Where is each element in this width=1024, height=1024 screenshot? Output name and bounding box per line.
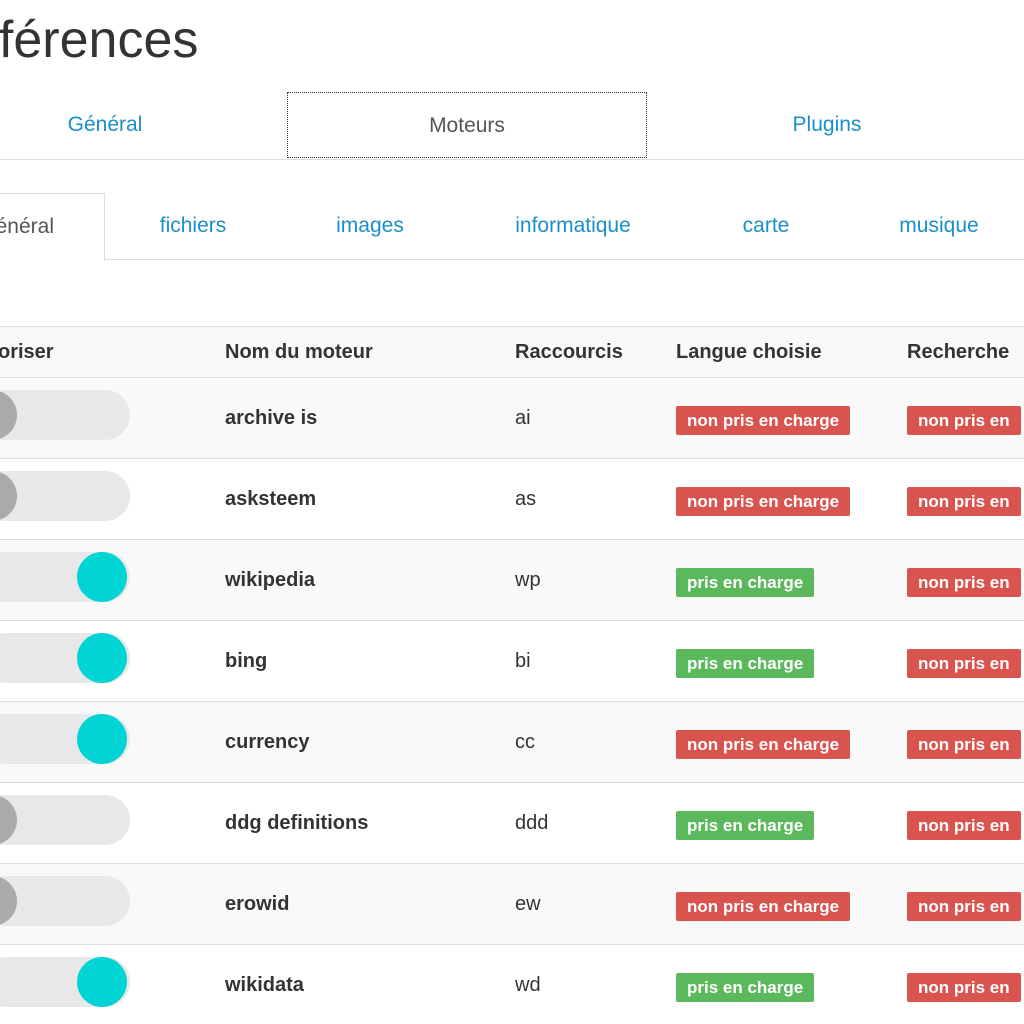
engine-name: bing	[225, 650, 268, 672]
header-engine-name: Nom du moteur	[225, 341, 373, 363]
tab-engines[interactable]: Moteurs	[287, 92, 647, 158]
table-row: asksteem as non pris en charge non pris en	[0, 459, 1024, 540]
main-tabs: Général Moteurs Plugins	[0, 92, 1024, 160]
engine-shortcut: wd	[515, 974, 541, 996]
toggle-knob	[77, 633, 127, 683]
engine-name: wikipedia	[225, 569, 316, 591]
header-shortcut: Raccourcis	[515, 341, 623, 363]
search-support-badge: non pris en	[907, 568, 1021, 597]
engines-table: oriser Nom du moteur Raccourcis Langue c…	[0, 326, 1024, 1024]
language-support-badge: pris en charge	[676, 973, 815, 1002]
engine-name: currency	[225, 731, 310, 753]
language-support-badge: non pris en charge	[676, 892, 851, 921]
engine-toggle[interactable]	[0, 633, 130, 683]
engine-name: erowid	[225, 893, 290, 915]
engine-name: asksteem	[225, 488, 317, 510]
engine-toggle[interactable]	[0, 471, 130, 521]
engine-shortcut: wp	[515, 569, 541, 591]
header-search: Recherche	[907, 341, 1010, 363]
category-tabs-divider	[104, 259, 1024, 260]
subtab-it[interactable]: informatique	[460, 193, 686, 259]
search-support-badge: non pris en	[907, 406, 1021, 435]
table-body: archive is ai non pris en charge non pris e…	[0, 378, 1024, 1024]
toggle-knob	[0, 795, 17, 845]
engine-name: ddg definitions	[225, 812, 369, 834]
toggle-knob	[77, 552, 127, 602]
engine-name: wikidata	[225, 974, 304, 996]
engine-toggle[interactable]	[0, 390, 130, 440]
main-tabs-divider	[0, 159, 1024, 160]
language-support-badge: non pris en charge	[676, 406, 851, 435]
page-title: éférences	[0, 11, 199, 69]
header-allow: oriser	[0, 341, 54, 363]
table-row: wikidata wd pris en charge non pris en	[0, 945, 1024, 1024]
engine-toggle[interactable]	[0, 876, 130, 926]
subtab-images[interactable]: images	[282, 193, 458, 259]
toggle-knob	[0, 876, 17, 926]
engine-shortcut: cc	[515, 731, 535, 753]
table-header: oriser Nom du moteur Raccourcis Langue c…	[0, 326, 1024, 378]
engine-shortcut: ddd	[515, 812, 549, 834]
category-tabs: énéral fichiers images informatique cart…	[0, 193, 1024, 261]
subtab-map[interactable]: carte	[688, 193, 844, 259]
search-support-badge: non pris en	[907, 892, 1021, 921]
toggle-knob	[77, 714, 127, 764]
language-support-badge: pris en charge	[676, 811, 815, 840]
header-language: Langue choisie	[676, 341, 822, 363]
engine-toggle[interactable]	[0, 957, 130, 1007]
table-row: bing bi pris en charge non pris en	[0, 621, 1024, 702]
language-support-badge: non pris en charge	[676, 487, 851, 516]
preferences-page: éférences Général Moteurs Plugins énéral…	[0, 0, 1024, 1024]
toggle-knob	[0, 390, 17, 440]
toggle-knob	[77, 957, 127, 1007]
engine-shortcut: as	[515, 488, 537, 510]
tab-general[interactable]: Général	[0, 92, 210, 158]
table-row: ddg definitions ddd pris en charge non pris…	[0, 783, 1024, 864]
search-support-badge: non pris en	[907, 487, 1021, 516]
subtab-files[interactable]: fichiers	[106, 193, 280, 259]
language-support-badge: pris en charge	[676, 649, 815, 678]
engine-toggle[interactable]	[0, 552, 130, 602]
tab-plugins[interactable]: Plugins	[648, 92, 1006, 158]
language-support-badge: pris en charge	[676, 568, 815, 597]
engine-shortcut: ai	[515, 407, 531, 429]
engine-shortcut: bi	[515, 650, 531, 672]
table-row: currency cc non pris en charge non pris en	[0, 702, 1024, 783]
engine-name: archive is	[225, 407, 318, 429]
search-support-badge: non pris en	[907, 730, 1021, 759]
search-support-badge: non pris en	[907, 973, 1021, 1002]
table-row: archive is ai non pris en charge non pris e…	[0, 378, 1024, 459]
subtab-music[interactable]: musique	[846, 193, 1024, 259]
engine-toggle[interactable]	[0, 795, 130, 845]
table-row: erowid ew non pris en charge non pris en	[0, 864, 1024, 945]
language-support-badge: non pris en charge	[676, 730, 851, 759]
engine-toggle[interactable]	[0, 714, 130, 764]
toggle-knob	[0, 471, 17, 521]
engine-shortcut: ew	[515, 893, 541, 915]
search-support-badge: non pris en	[907, 811, 1021, 840]
subtab-general[interactable]: énéral	[0, 193, 105, 261]
table-row: wikipedia wp pris en charge non pris en	[0, 540, 1024, 621]
search-support-badge: non pris en	[907, 649, 1021, 678]
